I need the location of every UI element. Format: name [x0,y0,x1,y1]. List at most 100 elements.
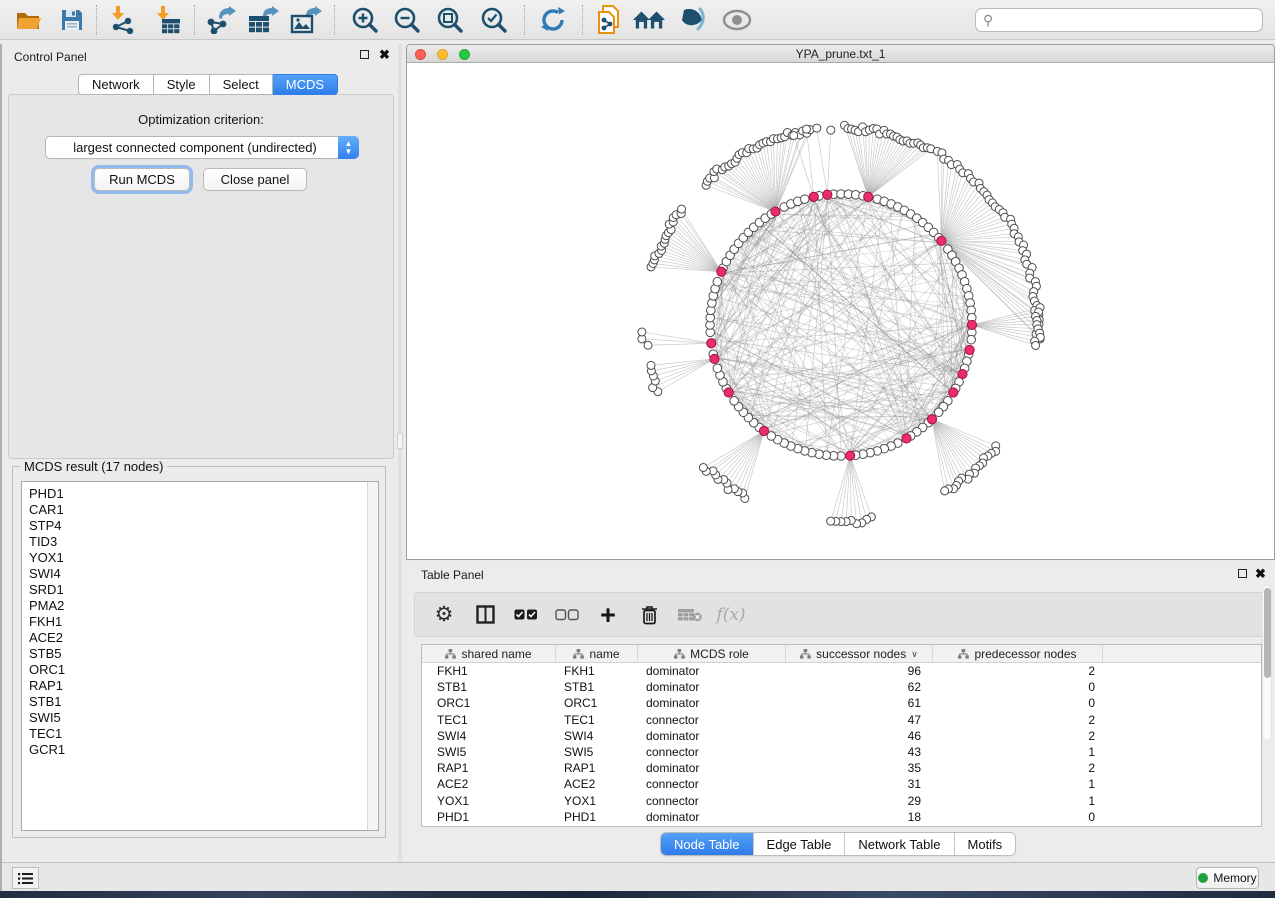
mcds-hub-node[interactable] [846,451,855,460]
column-header-name[interactable]: name [556,645,638,663]
mcds-result-item[interactable]: CAR1 [29,502,378,518]
mcds-hub-node[interactable] [965,345,974,354]
clone-network-button[interactable] [592,4,626,36]
leaf-node[interactable] [647,361,655,369]
list-scrollbar[interactable] [367,482,378,830]
mcds-result-item[interactable]: GCR1 [29,742,378,758]
apply-layout-button[interactable] [536,4,570,36]
memory-button[interactable]: Memory [1196,867,1259,889]
tab-node-table[interactable]: Node Table [661,833,754,855]
add-row-button[interactable]: + [595,600,621,630]
mcds-hub-node[interactable] [717,267,726,276]
leaf-node[interactable] [699,464,707,472]
mcds-result-item[interactable]: ACE2 [29,630,378,646]
leaf-node[interactable] [790,131,798,139]
zoom-out-button[interactable] [390,4,424,36]
mcds-result-item[interactable]: TEC1 [29,726,378,742]
zoom-selected-button[interactable] [477,4,511,36]
mcds-hub-node[interactable] [724,388,733,397]
mcds-result-item[interactable]: STB1 [29,694,378,710]
table-settings-button[interactable]: ⚙ [431,600,457,630]
tab-mcds[interactable]: MCDS [273,74,338,95]
import-table-button[interactable] [150,4,184,36]
mcds-result-item[interactable]: PHD1 [29,486,378,502]
tab-select[interactable]: Select [210,74,273,95]
leaf-node[interactable] [1032,341,1040,349]
leaf-node[interactable] [827,517,835,525]
hide-graphics-button[interactable] [676,4,710,36]
mcds-result-item[interactable]: TID3 [29,534,378,550]
leaf-node[interactable] [678,205,686,213]
tab-motifs[interactable]: Motifs [955,833,1016,855]
leaf-node[interactable] [813,124,821,132]
zoom-fit-button[interactable] [433,4,467,36]
mcds-result-item[interactable]: FKH1 [29,614,378,630]
search-field[interactable]: ⚲ [975,8,1263,32]
table-row[interactable]: ORC1ORC1dominator610 [422,695,1261,711]
delete-row-button[interactable] [636,600,662,630]
network-node[interactable] [934,408,943,417]
vertical-splitter[interactable] [398,44,402,862]
table-row[interactable]: STB1STB1dominator620 [422,679,1261,695]
leaf-node[interactable] [802,125,810,133]
network-node[interactable] [730,397,739,406]
network-canvas[interactable] [407,63,1274,559]
mcds-hub-node[interactable] [823,190,832,199]
close-panel-button[interactable]: Close panel [203,168,307,191]
table-row[interactable]: RAP1RAP1dominator352 [422,760,1261,776]
column-layout-button[interactable] [472,600,498,630]
float-panel-icon[interactable] [360,50,369,59]
column-header-predecessor-nodes[interactable]: predecessor nodes [933,645,1103,663]
table-scrollbar-thumb[interactable] [1264,588,1271,678]
network-graph[interactable] [407,63,1274,559]
export-image-button[interactable] [289,4,323,36]
leaf-node[interactable] [638,328,646,336]
mcds-hub-node[interactable] [958,369,967,378]
mcds-result-item[interactable]: SRD1 [29,582,378,598]
column-header-shared-name[interactable]: shared name [422,645,556,663]
mcds-result-item[interactable]: RAP1 [29,678,378,694]
splitter-handle[interactable] [397,433,403,449]
table-row[interactable]: SWI5SWI5connector431 [422,744,1261,760]
network-node[interactable] [713,364,722,373]
leaf-node[interactable] [941,487,949,495]
mcds-hub-node[interactable] [771,207,780,216]
run-mcds-button[interactable]: Run MCDS [94,168,190,191]
mcds-result-item[interactable]: SWI5 [29,710,378,726]
mcds-hub-node[interactable] [902,434,911,443]
network-window-titlebar[interactable]: YPA_prune.txt_1 [407,45,1274,63]
node-table[interactable]: shared namenameMCDS rolesuccessor nodes∨… [421,644,1262,827]
table-row[interactable]: TEC1TEC1connector472 [422,712,1261,728]
mcds-hub-node[interactable] [927,415,936,424]
network-node[interactable] [967,335,976,344]
import-network-button[interactable] [106,4,140,36]
float-table-panel-icon[interactable] [1238,569,1247,578]
close-table-panel-icon[interactable]: ✖ [1255,569,1266,578]
table-scrollbar[interactable] [1262,585,1272,741]
tab-network-table[interactable]: Network Table [845,833,954,855]
leaf-node[interactable] [644,341,652,349]
show-graphics-button[interactable] [720,4,754,36]
mcds-result-item[interactable]: SWI4 [29,566,378,582]
mcds-hub-node[interactable] [759,426,768,435]
mcds-result-item[interactable]: STP4 [29,518,378,534]
cybrowser-button[interactable] [632,4,666,36]
zoom-in-button[interactable] [348,4,382,36]
mcds-result-list[interactable]: PHD1CAR1STP4TID3YOX1SWI4SRD1PMA2FKH1ACE2… [21,481,379,831]
function-builder-button[interactable]: f(x) [718,600,744,630]
tab-style[interactable]: Style [154,74,210,95]
mcds-result-item[interactable]: PMA2 [29,598,378,614]
column-header-successor-nodes[interactable]: successor nodes∨ [786,645,933,663]
search-input[interactable] [997,13,1262,27]
delete-table-button[interactable] [677,600,703,630]
task-history-button[interactable] [12,867,39,889]
mcds-result-item[interactable]: YOX1 [29,550,378,566]
tab-network[interactable]: Network [78,74,154,95]
table-row[interactable]: YOX1YOX1connector291 [422,793,1261,809]
save-session-button[interactable] [55,4,89,36]
mcds-result-item[interactable]: STB5 [29,646,378,662]
select-all-button[interactable] [513,600,539,630]
close-panel-icon[interactable]: ✖ [379,50,390,59]
open-file-button[interactable] [12,4,46,36]
export-table-button[interactable] [246,4,280,36]
